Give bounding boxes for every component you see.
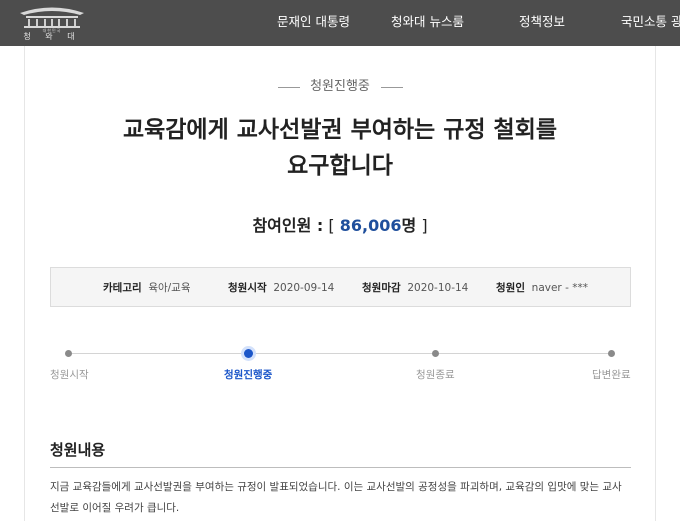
info-start-value: 2020-09-14 bbox=[273, 282, 335, 294]
info-start-label: 청원시작 bbox=[228, 282, 267, 294]
progress-dot-answered bbox=[608, 350, 615, 357]
info-end-value: 2020-10-14 bbox=[407, 282, 469, 294]
info-end: 청원마감 2020-10-14 bbox=[362, 281, 468, 295]
participant-count: 참여인원 : [ 86,006명 ] bbox=[0, 215, 680, 237]
participant-count-number: 86,006 bbox=[339, 216, 402, 235]
petition-title: 교육감에게 교사선발권 부여하는 규정 철회를 요구합니다 bbox=[40, 112, 640, 184]
progress-dot-in-progress bbox=[244, 349, 253, 358]
info-author: 청원인 naver - *** bbox=[496, 281, 588, 295]
progress-step-closed: 청원종료 bbox=[416, 369, 455, 381]
petition-title-line1: 교육감에게 교사선발권 부여하는 규정 철회를 bbox=[122, 117, 558, 143]
participant-count-open-bracket: [ bbox=[328, 216, 335, 235]
logo-name: 청 와 대 bbox=[23, 32, 81, 41]
progress-dot-start bbox=[65, 350, 72, 357]
status-divider-right bbox=[381, 87, 403, 88]
info-end-label: 청원마감 bbox=[362, 282, 401, 294]
progress-step-start: 청원시작 bbox=[50, 369, 89, 381]
petition-title-line2: 요구합니다 bbox=[287, 153, 393, 179]
info-category: 카테고리 육아/교육 bbox=[103, 281, 191, 295]
participant-count-close-bracket: ] bbox=[421, 216, 428, 235]
nav-policy-info[interactable]: 정책정보 bbox=[519, 14, 565, 30]
petition-status: 청원진행중 bbox=[310, 79, 370, 94]
nav-president[interactable]: 문재인 대통령 bbox=[277, 14, 350, 30]
progress-dot-closed bbox=[432, 350, 439, 357]
info-category-label: 카테고리 bbox=[103, 282, 142, 294]
petition-content-divider bbox=[50, 467, 631, 468]
info-author-value: naver - *** bbox=[531, 282, 588, 294]
petition-content-heading: 청원내용 bbox=[50, 441, 106, 459]
participant-count-unit: 명 bbox=[401, 216, 417, 235]
progress-step-answered: 답변완료 bbox=[592, 369, 631, 381]
progress-track bbox=[68, 353, 612, 354]
nav-public-communication[interactable]: 국민소통 광 bbox=[621, 14, 680, 30]
petition-content-body: 지금 교육감들에게 교사선발권을 부여하는 규정이 발표되었습니다. 이는 교사… bbox=[50, 481, 622, 514]
petition-info-box: 카테고리 육아/교육 청원시작 2020-09-14 청원마감 2020-10-… bbox=[50, 267, 631, 307]
progress-step-in-progress: 청원진행중 bbox=[224, 369, 273, 381]
cheongwadae-logo[interactable]: 대한민국 청 와 대 bbox=[14, 4, 90, 42]
info-start: 청원시작 2020-09-14 bbox=[228, 281, 334, 295]
participant-count-label: 참여인원 : bbox=[252, 216, 324, 235]
nav-newsroom[interactable]: 청와대 뉴스룸 bbox=[391, 14, 464, 30]
top-header: 대한민국 청 와 대 문재인 대통령 청와대 뉴스룸 정책정보 국민소통 광 bbox=[0, 0, 680, 46]
info-author-label: 청원인 bbox=[496, 282, 525, 294]
blue-house-roof-icon bbox=[20, 7, 84, 28]
info-category-value: 육아/교육 bbox=[148, 282, 191, 294]
